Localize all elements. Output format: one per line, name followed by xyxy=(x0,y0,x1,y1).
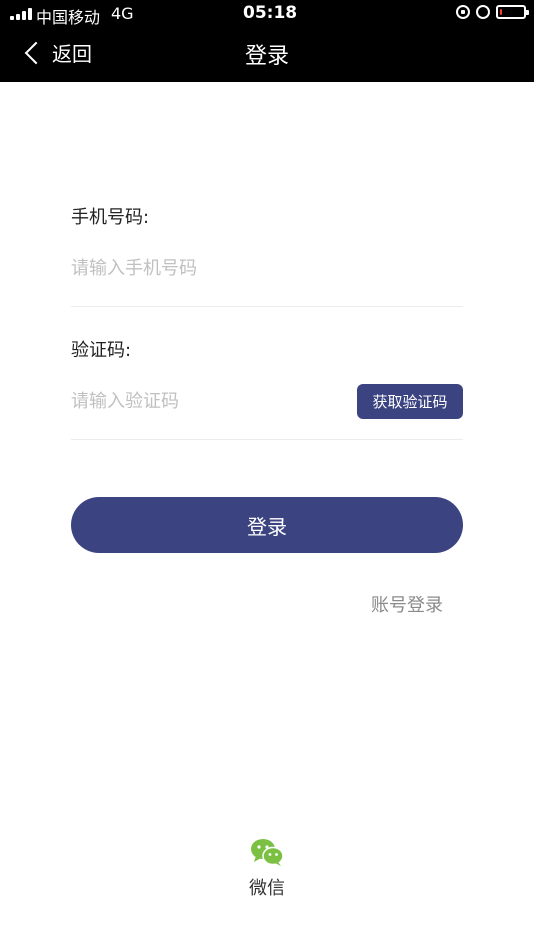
account-login-link[interactable]: 账号登录 xyxy=(371,591,443,617)
login-button[interactable]: 登录 xyxy=(71,497,463,553)
top-bar: 中国移动 4G 05:18 返回 登录 xyxy=(0,0,534,82)
signal-icon xyxy=(10,8,32,20)
battery-icon xyxy=(496,5,529,19)
code-divider xyxy=(71,439,463,440)
phone-divider xyxy=(71,306,463,307)
wechat-label: 微信 xyxy=(249,878,285,899)
alarm-icon xyxy=(476,5,490,19)
page-title: 登录 xyxy=(244,44,289,69)
code-input[interactable] xyxy=(71,387,341,415)
get-code-button[interactable]: 获取验证码 xyxy=(357,384,463,419)
status-bar: 中国移动 4G 05:18 xyxy=(0,0,534,28)
rotation-lock-icon xyxy=(456,5,470,19)
wechat-icon xyxy=(251,839,284,866)
network-type: 4G xyxy=(111,4,134,23)
carrier-name: 中国移动 xyxy=(36,8,101,27)
wechat-login[interactable]: 微信 xyxy=(0,838,534,900)
battery-level xyxy=(500,9,502,15)
login-screen: 中国移动 4G 05:18 返回 登录 手机号码: 验证码: 获取验证码 登录 … xyxy=(0,0,534,950)
code-label: 验证码: xyxy=(71,340,132,361)
phone-label: 手机号码: xyxy=(71,207,150,228)
status-icons xyxy=(456,5,529,19)
status-time: 05:18 xyxy=(243,3,298,23)
phone-input[interactable] xyxy=(71,254,463,282)
